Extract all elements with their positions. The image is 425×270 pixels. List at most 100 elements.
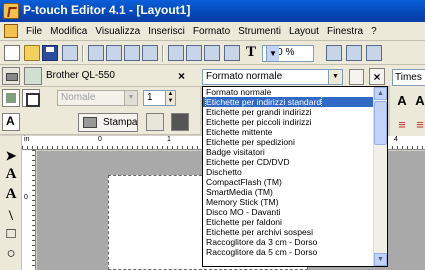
format-option[interactable]: Raccoglitore da 3 cm - Dorso [203, 237, 373, 247]
ellipse-tool[interactable]: ○ [3, 246, 19, 264]
layout-options-icon[interactable] [146, 113, 164, 131]
chevron-down-icon[interactable]: ▼ [328, 70, 342, 84]
select-arrow-icon[interactable]: ➤ [3, 148, 19, 166]
format-option[interactable]: Disco MO - Davanti [203, 207, 373, 217]
format-select[interactable]: Formato normale ▼ [202, 69, 343, 85]
paste-icon[interactable] [204, 45, 220, 61]
tool-strip: ➤ A A \ □ ○ [0, 136, 22, 270]
print-preview-icon[interactable] [88, 45, 104, 61]
clipart-icon[interactable] [346, 45, 362, 61]
format-option-label: Etichette per spedizioni [206, 137, 295, 147]
menu-help[interactable]: ? [367, 24, 381, 39]
scroll-down-icon[interactable]: ▼ [374, 253, 387, 266]
text-tool-icon[interactable]: T [246, 44, 256, 61]
vertical-ruler: 0 [22, 150, 36, 270]
format-option[interactable]: Etichette per faldoni [203, 217, 373, 227]
chevron-down-icon: ▼ [124, 91, 137, 105]
font-select[interactable]: Times N [392, 69, 425, 86]
menu-modifica[interactable]: Modifica [46, 24, 91, 39]
format-option-label: SmartMedia (TM) [206, 187, 273, 197]
print-button-label: Stampa [103, 117, 138, 128]
open-folder-icon[interactable] [24, 45, 40, 61]
format-option[interactable]: SmartMedia (TM) [203, 187, 373, 197]
format-option[interactable]: Memory Stick (TM) [203, 197, 373, 207]
wizard-icon[interactable] [326, 45, 342, 61]
close-icon[interactable]: × [178, 69, 185, 83]
scroll-up-icon[interactable]: ▲ [374, 87, 387, 100]
scroll-thumb[interactable] [374, 101, 387, 145]
format-option-label: Memory Stick (TM) [206, 197, 279, 207]
align-right-icon[interactable]: ≡ [412, 117, 425, 134]
font-size-up-icon[interactable]: A [394, 93, 410, 110]
format-option-label: CompactFlash (TM) [206, 177, 282, 187]
copies-stepper[interactable]: 1 ▲ ▼ [143, 90, 176, 106]
zoom-select[interactable]: 100 % ▼ [262, 45, 314, 62]
format-option-label: Etichette per grandi indirizzi [206, 107, 312, 117]
format-option[interactable]: Etichette per archivi sospesi [203, 227, 373, 237]
ruler-mark: 1 [167, 136, 171, 143]
format-option-label: Etichette mittente [206, 127, 273, 137]
undo-icon[interactable] [224, 45, 240, 61]
cut-icon[interactable] [168, 45, 184, 61]
label-type-select: Nomale ▼ [57, 90, 138, 106]
format-option[interactable]: Dischetto [203, 167, 373, 177]
layout-icon[interactable] [24, 67, 42, 85]
close-icon[interactable]: × [369, 68, 385, 85]
menu-file[interactable]: File [22, 24, 46, 39]
text-tool[interactable]: A [3, 166, 19, 184]
text-properties-icon[interactable] [2, 113, 20, 131]
menu-formato[interactable]: Formato [189, 24, 234, 39]
format-option[interactable]: Raccoglitore da 5 cm - Dorso [203, 247, 373, 257]
printer-name: Brother QL-550 [46, 70, 115, 81]
save-icon[interactable] [42, 45, 58, 61]
paper-icon[interactable] [2, 89, 20, 107]
format-options-icon[interactable] [349, 69, 364, 85]
page-preview-icon[interactable] [106, 45, 122, 61]
document-icon[interactable] [4, 24, 18, 38]
app-icon[interactable] [3, 3, 19, 19]
line-tool[interactable]: \ [3, 208, 19, 226]
printer-icon[interactable] [2, 67, 20, 85]
format-option[interactable]: Etichette per spedizioni [203, 137, 373, 147]
format-option-label: Etichette per CD/DVD [206, 157, 290, 167]
font-size-down-icon[interactable]: A [412, 93, 425, 110]
transfer-icon[interactable] [142, 45, 158, 61]
print-button[interactable]: Stampa [78, 113, 138, 132]
menu-layout[interactable]: Layout [285, 24, 323, 39]
format-option-label: Formato normale [206, 87, 272, 97]
printer-icon [83, 117, 97, 128]
format-select-value: Formato normale [206, 71, 283, 82]
main-toolbar: T 100 % ▼ [0, 41, 425, 65]
ruler-mark: 0 [24, 194, 28, 201]
help-icon[interactable] [366, 45, 382, 61]
format-option[interactable]: Etichette per piccoli indirizzi [203, 117, 373, 127]
database-icon[interactable] [62, 45, 78, 61]
format-option[interactable]: CompactFlash (TM) [203, 177, 373, 187]
format-option-label: Etichette per indirizzi standard [204, 96, 323, 108]
copy-icon[interactable] [186, 45, 202, 61]
format-option[interactable]: Etichette mittente [203, 127, 373, 137]
menu-inserisci[interactable]: Inserisci [144, 24, 189, 39]
menu-strumenti[interactable]: Strumenti [234, 24, 285, 39]
new-document-icon[interactable] [4, 45, 20, 61]
print-options-icon[interactable] [171, 113, 189, 131]
format-option[interactable]: Etichette per indirizzi standard [203, 96, 373, 108]
format-option[interactable]: Etichette per CD/DVD [203, 157, 373, 167]
format-option-label: Badge visitatori [206, 147, 265, 157]
menu-visualizza[interactable]: Visualizza [91, 24, 144, 39]
print-icon[interactable] [124, 45, 140, 61]
scrollbar[interactable]: ▲ ▼ [373, 87, 387, 266]
title-bar: P-touch Editor 4.1 - [Layout1] [0, 0, 425, 22]
format-option[interactable]: Badge visitatori [203, 147, 373, 157]
format-option[interactable]: Etichette per grandi indirizzi [203, 107, 373, 117]
chevron-down-icon[interactable]: ▼ [266, 46, 279, 61]
align-icon[interactable]: ≡ [394, 117, 410, 134]
vertical-text-tool[interactable]: A [3, 186, 19, 204]
format-option-label: Etichette per piccoli indirizzi [206, 117, 312, 127]
format-option[interactable]: Formato normale [203, 87, 373, 97]
stepper-arrows-icon[interactable]: ▲ ▼ [165, 91, 175, 105]
rectangle-tool[interactable]: □ [3, 226, 19, 244]
format-dropdown-list[interactable]: Formato normale Etichette per indirizzi s… [202, 86, 388, 267]
menu-finestra[interactable]: Finestra [323, 24, 367, 39]
frame-icon[interactable] [22, 89, 40, 107]
